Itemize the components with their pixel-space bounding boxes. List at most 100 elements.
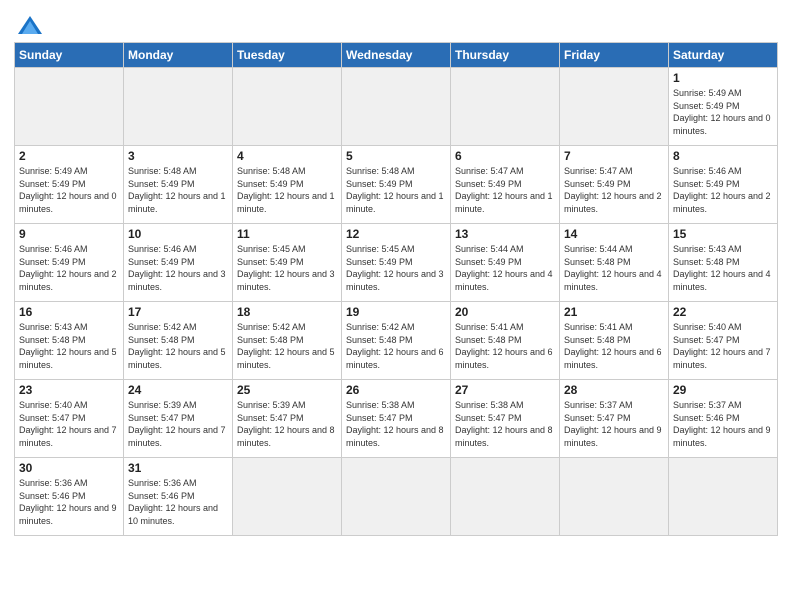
calendar-cell: 7 Sunrise: 5:47 AMSunset: 5:49 PMDaylight… <box>560 146 669 224</box>
day-info: Sunrise: 5:41 AMSunset: 5:48 PMDaylight:… <box>455 321 555 371</box>
calendar-cell: 2Sunrise: 5:49 AMSunset: 5:49 PMDaylight… <box>15 146 124 224</box>
calendar-cell: 12 Sunrise: 5:45 AMSunset: 5:49 PMDayligh… <box>342 224 451 302</box>
day-number: 28 <box>564 383 664 397</box>
weekday-friday: Friday <box>560 43 669 68</box>
calendar-cell: 18 Sunrise: 5:42 AMSunset: 5:48 PMDayligh… <box>233 302 342 380</box>
day-info: Sunrise: 5:38 AMSunset: 5:47 PMDaylight:… <box>346 399 446 449</box>
calendar-cell <box>233 68 342 146</box>
day-number: 25 <box>237 383 337 397</box>
day-info: Sunrise: 5:46 AMSunset: 5:49 PMDaylight:… <box>673 165 773 215</box>
calendar-cell: 14Sunrise: 5:44 AMSunset: 5:48 PMDayligh… <box>560 224 669 302</box>
calendar-cell <box>451 68 560 146</box>
week-row-1: 2Sunrise: 5:49 AMSunset: 5:49 PMDaylight… <box>15 146 778 224</box>
calendar-cell: 19 Sunrise: 5:42 AMSunset: 5:48 PMDayligh… <box>342 302 451 380</box>
day-number: 3 <box>128 149 228 163</box>
calendar-cell <box>15 68 124 146</box>
day-info: Sunrise: 5:46 AMSunset: 5:49 PMDaylight:… <box>19 243 119 293</box>
day-number: 4 <box>237 149 337 163</box>
day-info: Sunrise: 5:42 AMSunset: 5:48 PMDaylight:… <box>237 321 337 371</box>
calendar-cell: 10Sunrise: 5:46 AMSunset: 5:49 PMDayligh… <box>124 224 233 302</box>
day-number: 19 <box>346 305 446 319</box>
day-info: Sunrise: 5:36 AMSunset: 5:46 PMDaylight:… <box>128 477 228 527</box>
weekday-header-row: SundayMondayTuesdayWednesdayThursdayFrid… <box>15 43 778 68</box>
calendar-cell: 3 Sunrise: 5:48 AMSunset: 5:49 PMDaylight… <box>124 146 233 224</box>
day-number: 24 <box>128 383 228 397</box>
day-info: Sunrise: 5:45 AMSunset: 5:49 PMDaylight:… <box>346 243 446 293</box>
weekday-saturday: Saturday <box>669 43 778 68</box>
calendar-cell: 11 Sunrise: 5:45 AMSunset: 5:49 PMDayligh… <box>233 224 342 302</box>
calendar-cell: 27 Sunrise: 5:38 AMSunset: 5:47 PMDayligh… <box>451 380 560 458</box>
day-number: 15 <box>673 227 773 241</box>
week-row-5: 30 Sunrise: 5:36 AMSunset: 5:46 PMDayligh… <box>15 458 778 536</box>
logo <box>14 14 44 36</box>
calendar-cell: 20 Sunrise: 5:41 AMSunset: 5:48 PMDayligh… <box>451 302 560 380</box>
day-info: Sunrise: 5:40 AMSunset: 5:47 PMDaylight:… <box>673 321 773 371</box>
calendar-cell <box>669 458 778 536</box>
day-info: Sunrise: 5:42 AMSunset: 5:48 PMDaylight:… <box>128 321 228 371</box>
day-number: 21 <box>564 305 664 319</box>
day-number: 1 <box>673 71 773 85</box>
weekday-tuesday: Tuesday <box>233 43 342 68</box>
day-info: Sunrise: 5:37 AMSunset: 5:46 PMDaylight:… <box>673 399 773 449</box>
day-number: 30 <box>19 461 119 475</box>
day-info: Sunrise: 5:48 AMSunset: 5:49 PMDaylight:… <box>128 165 228 215</box>
page: SundayMondayTuesdayWednesdayThursdayFrid… <box>0 0 792 612</box>
calendar-cell: 26 Sunrise: 5:38 AMSunset: 5:47 PMDayligh… <box>342 380 451 458</box>
header <box>14 10 778 36</box>
calendar-cell: 28 Sunrise: 5:37 AMSunset: 5:47 PMDayligh… <box>560 380 669 458</box>
logo-icon <box>16 14 44 36</box>
day-number: 16 <box>19 305 119 319</box>
week-row-2: 9 Sunrise: 5:46 AMSunset: 5:49 PMDaylight… <box>15 224 778 302</box>
day-info: Sunrise: 5:39 AMSunset: 5:47 PMDaylight:… <box>237 399 337 449</box>
day-number: 27 <box>455 383 555 397</box>
weekday-wednesday: Wednesday <box>342 43 451 68</box>
day-info: Sunrise: 5:39 AMSunset: 5:47 PMDaylight:… <box>128 399 228 449</box>
calendar-cell <box>233 458 342 536</box>
day-info: Sunrise: 5:45 AMSunset: 5:49 PMDaylight:… <box>237 243 337 293</box>
calendar-cell <box>342 458 451 536</box>
calendar-cell: 1Sunrise: 5:49 AMSunset: 5:49 PMDaylight… <box>669 68 778 146</box>
day-number: 11 <box>237 227 337 241</box>
day-number: 10 <box>128 227 228 241</box>
calendar-cell: 22Sunrise: 5:40 AMSunset: 5:47 PMDayligh… <box>669 302 778 380</box>
day-info: Sunrise: 5:36 AMSunset: 5:46 PMDaylight:… <box>19 477 119 527</box>
day-number: 31 <box>128 461 228 475</box>
day-number: 7 <box>564 149 664 163</box>
calendar-cell: 15 Sunrise: 5:43 AMSunset: 5:48 PMDayligh… <box>669 224 778 302</box>
calendar-cell: 9 Sunrise: 5:46 AMSunset: 5:49 PMDaylight… <box>15 224 124 302</box>
day-number: 17 <box>128 305 228 319</box>
calendar-cell <box>560 458 669 536</box>
day-number: 9 <box>19 227 119 241</box>
day-number: 13 <box>455 227 555 241</box>
weekday-monday: Monday <box>124 43 233 68</box>
day-info: Sunrise: 5:44 AMSunset: 5:49 PMDaylight:… <box>455 243 555 293</box>
day-number: 18 <box>237 305 337 319</box>
weekday-thursday: Thursday <box>451 43 560 68</box>
day-info: Sunrise: 5:42 AMSunset: 5:48 PMDaylight:… <box>346 321 446 371</box>
calendar-cell <box>342 68 451 146</box>
day-number: 5 <box>346 149 446 163</box>
day-info: Sunrise: 5:40 AMSunset: 5:47 PMDaylight:… <box>19 399 119 449</box>
calendar-cell: 8 Sunrise: 5:46 AMSunset: 5:49 PMDaylight… <box>669 146 778 224</box>
day-info: Sunrise: 5:38 AMSunset: 5:47 PMDaylight:… <box>455 399 555 449</box>
calendar-cell: 25 Sunrise: 5:39 AMSunset: 5:47 PMDayligh… <box>233 380 342 458</box>
day-number: 6 <box>455 149 555 163</box>
day-info: Sunrise: 5:47 AMSunset: 5:49 PMDaylight:… <box>564 165 664 215</box>
calendar-cell <box>451 458 560 536</box>
calendar-cell: 16 Sunrise: 5:43 AMSunset: 5:48 PMDayligh… <box>15 302 124 380</box>
calendar-cell: 30 Sunrise: 5:36 AMSunset: 5:46 PMDayligh… <box>15 458 124 536</box>
day-info: Sunrise: 5:43 AMSunset: 5:48 PMDaylight:… <box>19 321 119 371</box>
day-info: Sunrise: 5:37 AMSunset: 5:47 PMDaylight:… <box>564 399 664 449</box>
day-number: 29 <box>673 383 773 397</box>
week-row-4: 23Sunrise: 5:40 AMSunset: 5:47 PMDayligh… <box>15 380 778 458</box>
day-info: Sunrise: 5:41 AMSunset: 5:48 PMDaylight:… <box>564 321 664 371</box>
week-row-3: 16 Sunrise: 5:43 AMSunset: 5:48 PMDayligh… <box>15 302 778 380</box>
calendar-cell: 31 Sunrise: 5:36 AMSunset: 5:46 PMDayligh… <box>124 458 233 536</box>
day-number: 12 <box>346 227 446 241</box>
day-number: 8 <box>673 149 773 163</box>
day-number: 26 <box>346 383 446 397</box>
calendar-cell: 21 Sunrise: 5:41 AMSunset: 5:48 PMDayligh… <box>560 302 669 380</box>
day-number: 20 <box>455 305 555 319</box>
calendar-cell: 4Sunrise: 5:48 AMSunset: 5:49 PMDaylight… <box>233 146 342 224</box>
day-info: Sunrise: 5:43 AMSunset: 5:48 PMDaylight:… <box>673 243 773 293</box>
